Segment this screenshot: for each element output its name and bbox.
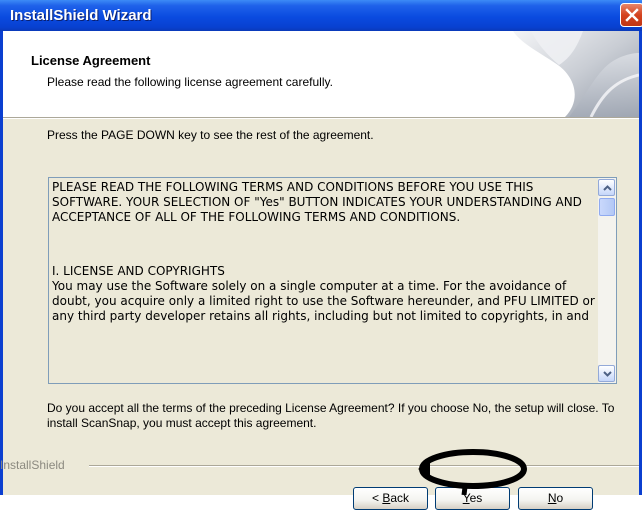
- header-divider: [3, 117, 639, 119]
- installshield-group-label: InstallShield: [0, 458, 65, 472]
- dialog-client-area: License Agreement Please read the follow…: [0, 31, 639, 510]
- back-prefix: <: [371, 491, 383, 505]
- yes-label-rest: es: [469, 491, 483, 505]
- title-bar[interactable]: InstallShield Wizard: [0, 0, 642, 31]
- installshield-window: InstallShield Wizard License Agreement P…: [0, 0, 642, 510]
- no-button[interactable]: No: [518, 487, 593, 510]
- close-button[interactable]: [620, 3, 642, 27]
- wizard-header: License Agreement Please read the follow…: [3, 31, 639, 117]
- page-subtitle: Please read the following license agreem…: [47, 75, 333, 89]
- yes-button[interactable]: Yes: [435, 487, 510, 510]
- instruction-text: Press the PAGE DOWN key to see the rest …: [47, 128, 374, 142]
- yes-mnemonic: Y: [462, 491, 470, 505]
- scroll-up-button[interactable]: [598, 179, 615, 196]
- close-icon: [625, 8, 639, 22]
- license-section-heading: I. LICENSE AND COPYRIGHTS: [52, 264, 225, 278]
- back-button[interactable]: < Back: [353, 487, 428, 510]
- window-title: InstallShield Wizard: [10, 7, 152, 24]
- vertical-scrollbar[interactable]: [598, 178, 616, 383]
- page-title: License Agreement: [31, 53, 151, 68]
- footer-divider: [89, 465, 639, 467]
- no-label-rest: o: [556, 491, 564, 505]
- accept-question-text: Do you accept all the terms of the prece…: [47, 401, 615, 430]
- license-paragraph: You may use the Software solely on a sin…: [52, 279, 595, 323]
- license-paragraph: PLEASE READ THE FOLLOWING TERMS AND COND…: [52, 180, 582, 224]
- installshield-banner-graphic: [513, 31, 639, 117]
- chevron-up-icon: [603, 185, 612, 191]
- chevron-down-icon: [603, 371, 612, 377]
- back-label-rest: ack: [390, 491, 410, 505]
- scroll-down-button[interactable]: [598, 365, 615, 382]
- license-text-area[interactable]: PLEASE READ THE FOLLOWING TERMS AND COND…: [48, 177, 617, 384]
- scroll-thumb[interactable]: [599, 198, 615, 216]
- license-text-content[interactable]: PLEASE READ THE FOLLOWING TERMS AND COND…: [51, 180, 598, 381]
